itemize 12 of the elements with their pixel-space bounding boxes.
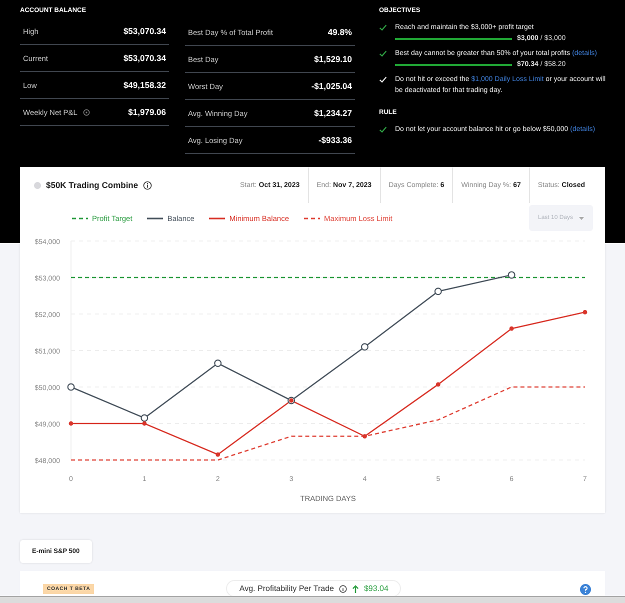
stat-value: 49.8% xyxy=(328,27,352,37)
metric-value: $93.04 xyxy=(364,584,388,593)
stat-value: $49,158.32 xyxy=(123,80,166,90)
stat-value: $53,070.34 xyxy=(123,26,166,36)
stat-value: $1,234.27 xyxy=(314,108,352,118)
card-title: $50K Trading Combine xyxy=(46,180,138,190)
stat-value: $1,529.10 xyxy=(314,54,352,64)
metric-label: Avg. Profitability Per Trade xyxy=(239,584,334,593)
stat-value: -$933.36 xyxy=(318,135,352,145)
stat-value: $1,979.06 xyxy=(128,107,166,117)
stat-value: $53,070.34 xyxy=(123,53,166,63)
stat-value: -$1,025.04 xyxy=(311,81,352,91)
